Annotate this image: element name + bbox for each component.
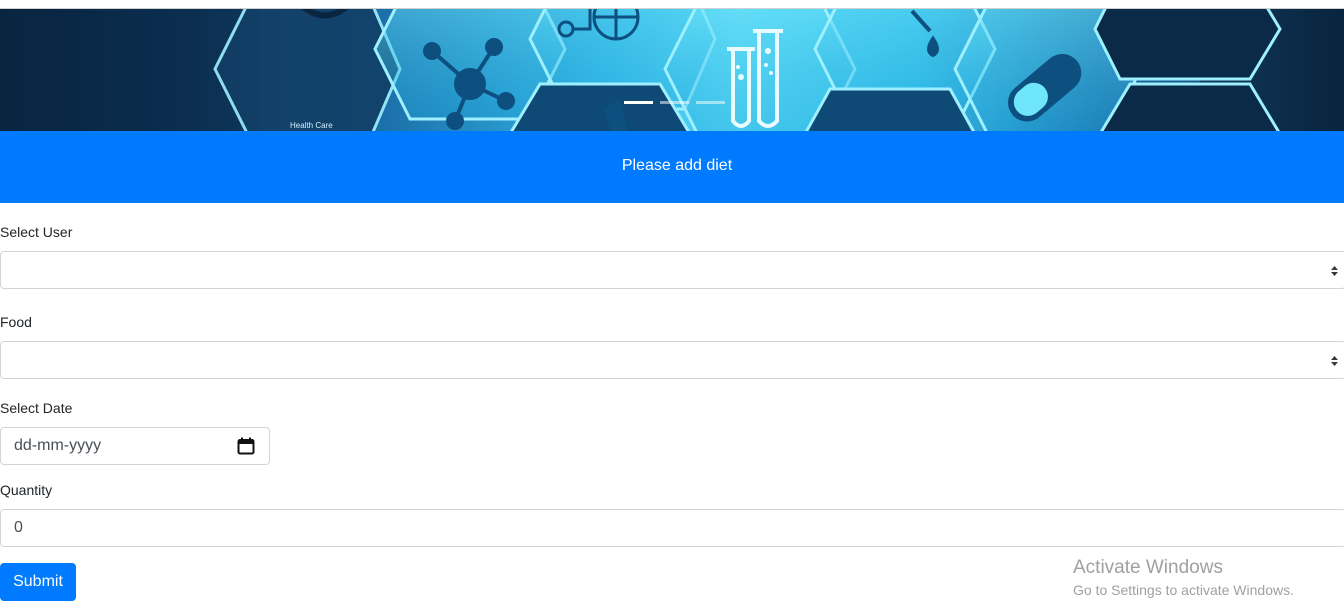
watermark-title: Activate Windows — [1073, 557, 1223, 578]
carousel-indicators — [624, 101, 725, 104]
banner-caption: Health Care — [290, 121, 333, 130]
carousel-indicator-2[interactable] — [660, 101, 689, 104]
select-date-label: Select Date — [0, 400, 73, 416]
watermark-subtitle: Go to Settings to activate Windows. — [1073, 582, 1294, 598]
info-bar: Please add diet — [0, 131, 1344, 203]
select-arrows-icon — [1331, 266, 1338, 276]
select-user-dropdown[interactable] — [0, 251, 1344, 289]
info-message: Please add diet — [621, 157, 733, 174]
quantity-label: Quantity — [0, 482, 53, 498]
windows-activation-watermark: Activate Windows Go to Settings to activ… — [1073, 557, 1294, 599]
medical-banner-image: MEDICAL Health Care — [0, 9, 1344, 131]
quantity-value: 0 — [14, 519, 23, 536]
carousel-indicator-1[interactable] — [624, 101, 653, 104]
top-edge — [0, 0, 1344, 9]
carousel-indicator-3[interactable] — [696, 101, 725, 104]
select-user-label: Select User — [0, 224, 73, 240]
select-arrows-icon — [1331, 356, 1338, 366]
date-placeholder: dd-mm-yyyy — [14, 437, 102, 454]
submit-button[interactable]: Submit — [0, 563, 76, 601]
quantity-input[interactable]: 0 — [0, 509, 1344, 547]
food-dropdown[interactable] — [0, 341, 1344, 379]
date-input[interactable]: dd-mm-yyyy — [0, 427, 270, 465]
banner-carousel: MEDICAL Health Care — [0, 9, 1344, 131]
calendar-icon[interactable] — [237, 437, 255, 455]
banner-medical-text: MEDICAL — [1152, 44, 1232, 64]
food-label: Food — [0, 314, 32, 330]
